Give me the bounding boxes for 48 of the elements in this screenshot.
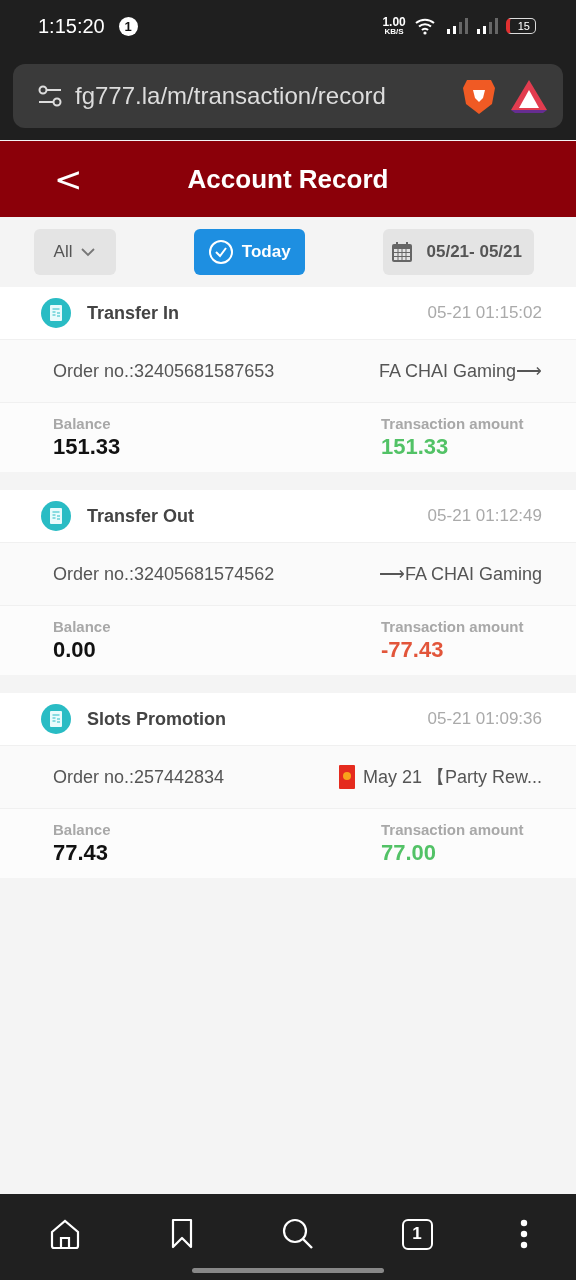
battery-indicator: 15 [505, 18, 536, 34]
balance-label: Balance [53, 415, 112, 432]
search-icon[interactable] [281, 1217, 315, 1251]
record-time: 05-21 01:15:02 [427, 303, 542, 323]
network-speed: 1.00 KB/S [382, 16, 406, 36]
check-circle-icon [207, 239, 234, 265]
order-number: Order no.:32405681587653 [53, 360, 275, 382]
chevron-down-icon [80, 247, 97, 257]
record-title: Slots Promotion [87, 708, 226, 730]
signal-icon [445, 18, 468, 34]
type-dropdown[interactable]: All [34, 229, 116, 275]
home-icon[interactable] [48, 1217, 82, 1251]
order-number: Order no.:32405681574562 [53, 563, 275, 585]
notification-badge: 1 [118, 16, 138, 36]
triangle-icon[interactable] [509, 78, 549, 114]
balance-label: Balance [53, 821, 111, 838]
envelope-icon [338, 765, 355, 789]
tab-count-button[interactable]: 1 [401, 1218, 433, 1250]
balance-label: Balance [53, 618, 111, 635]
amount-label: Transaction amount [381, 821, 525, 838]
back-button[interactable]: < [50, 159, 87, 199]
transfer-detail: ⟶FA CHAI Gaming [378, 563, 542, 585]
receipt-icon [40, 297, 72, 329]
address-bar[interactable]: fg777.la/m/transaction/record [13, 64, 563, 128]
record-time: 05-21 01:12:49 [427, 506, 542, 526]
record-title: Transfer Out [87, 505, 195, 527]
amount-value: -77.43 [381, 637, 445, 663]
clock: 1:15:20 [38, 14, 105, 38]
amount-value: 151.33 [381, 434, 450, 460]
calendar-icon [390, 241, 413, 263]
order-number: Order no.:257442834 [53, 766, 225, 788]
transfer-detail: FA CHAI Gaming⟶ [378, 360, 542, 382]
more-icon[interactable] [519, 1219, 529, 1249]
page-title: Account Record [187, 163, 389, 195]
amount-value: 77.00 [381, 840, 438, 866]
balance-value: 77.43 [53, 840, 110, 866]
site-settings-icon[interactable] [37, 83, 63, 109]
amount-label: Transaction amount [381, 415, 525, 432]
balance-value: 0.00 [53, 637, 97, 663]
transfer-detail: May 21 【Party Rew... [362, 766, 542, 789]
receipt-icon [40, 500, 72, 532]
record-time: 05-21 01:09:36 [427, 709, 542, 729]
balance-value: 151.33 [53, 434, 121, 460]
record-title: Transfer In [87, 302, 180, 324]
date-range-button[interactable]: 05/21- 05/21 [382, 229, 534, 275]
signal-icon [475, 18, 498, 34]
amount-label: Transaction amount [381, 618, 525, 635]
receipt-icon [40, 703, 72, 735]
